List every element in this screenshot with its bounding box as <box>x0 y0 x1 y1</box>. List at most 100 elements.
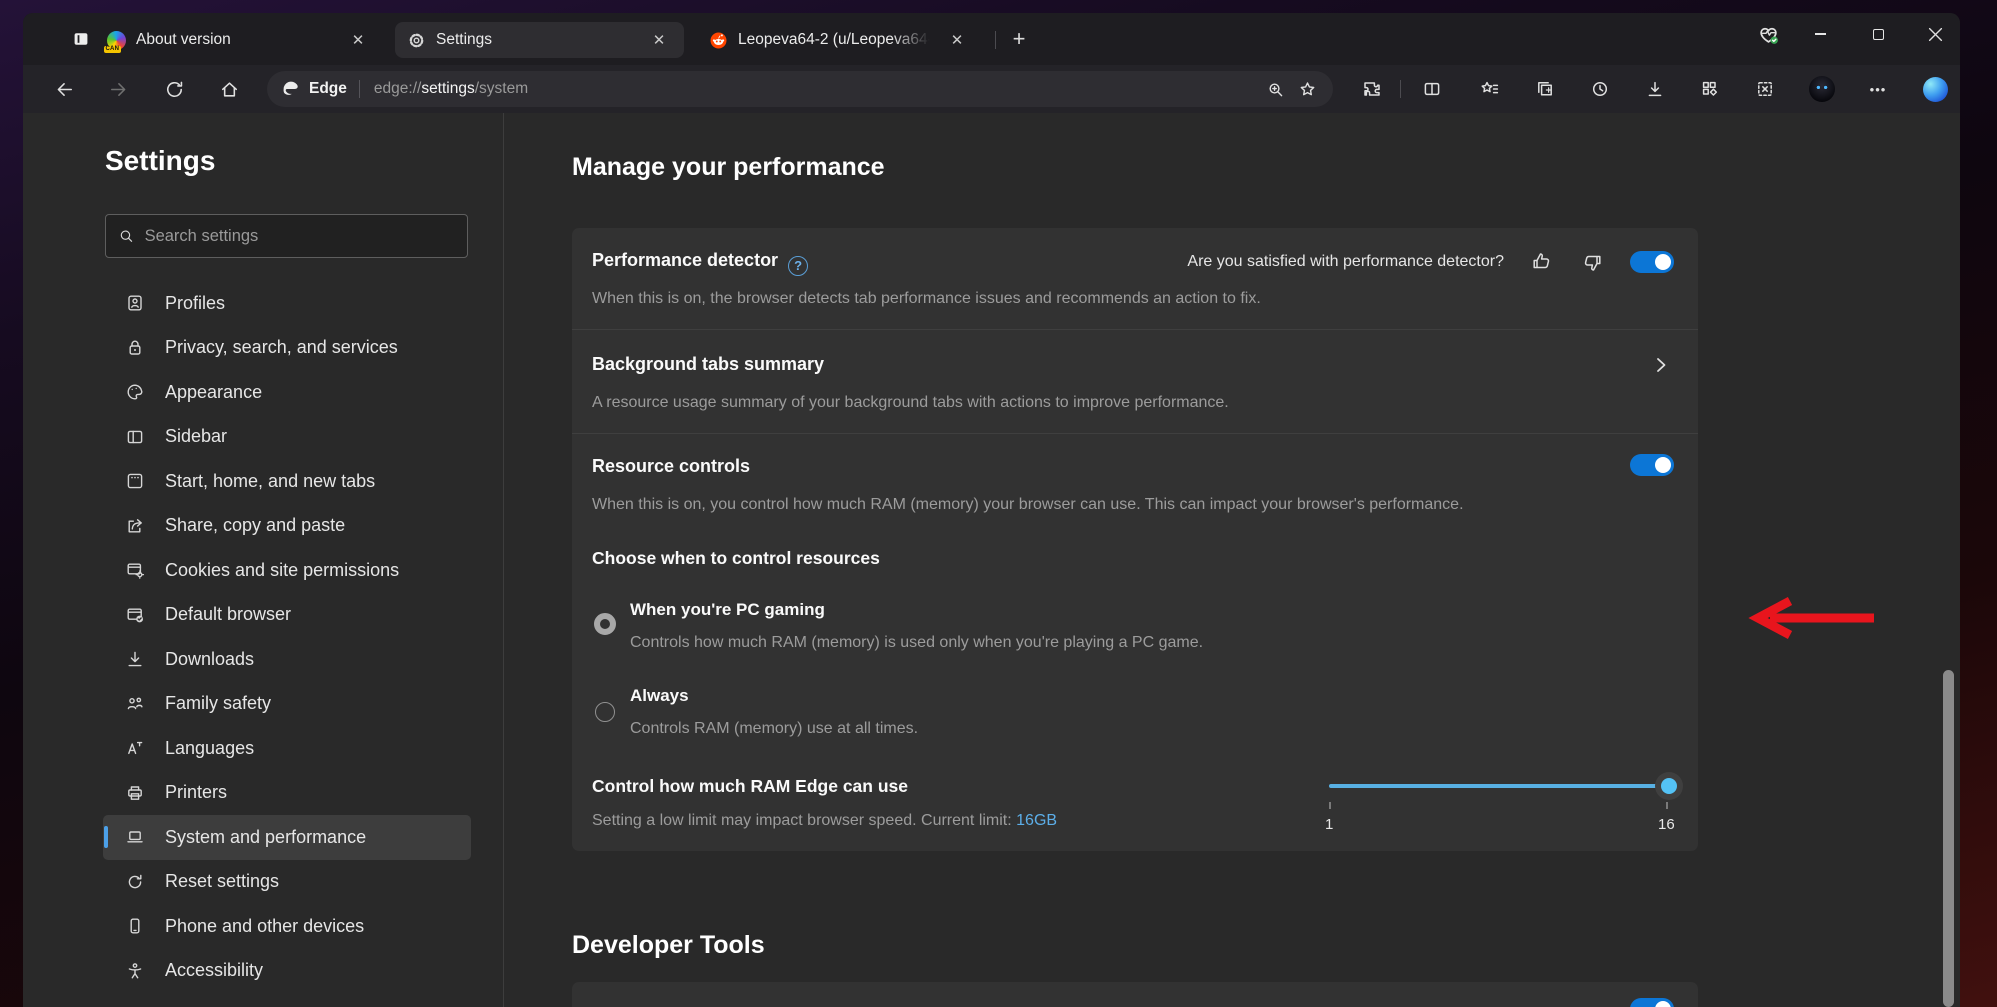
sidebar-item-start-home-tabs[interactable]: Start, home, and new tabs <box>103 459 471 504</box>
sidebar-item-printers[interactable]: Printers <box>103 771 471 816</box>
reset-icon <box>125 872 145 892</box>
sidebar-item-phone-devices[interactable]: Phone and other devices <box>103 904 471 949</box>
performance-detector-toggle[interactable] <box>1630 251 1674 273</box>
choose-resources-heading: Choose when to control resources <box>592 548 880 569</box>
sidebar-item-reset-settings[interactable]: Reset settings <box>103 860 471 905</box>
row-divider <box>572 433 1698 434</box>
sidebar-item-privacy[interactable]: Privacy, search, and services <box>103 326 471 371</box>
favorite-this-page-button[interactable] <box>1291 74 1323 104</box>
resource-controls-title: Resource controls <box>592 456 750 477</box>
thumbs-down-icon[interactable] <box>1580 250 1604 274</box>
ram-limit-title: Control how much RAM Edge can use <box>592 776 908 797</box>
toggle-knob <box>1655 254 1671 270</box>
search-settings-box[interactable] <box>105 214 468 258</box>
extensions-button[interactable] <box>1355 72 1389 106</box>
close-window-button[interactable] <box>1912 13 1958 55</box>
refresh-button[interactable] <box>157 72 191 106</box>
settings-more-button[interactable]: ••• <box>1861 72 1895 106</box>
share-icon <box>125 516 145 536</box>
sidebar-item-downloads[interactable]: Downloads <box>103 637 471 682</box>
profile-button[interactable] <box>1805 72 1839 106</box>
radio-always[interactable] <box>595 702 615 722</box>
accessibility-icon <box>125 961 145 981</box>
sidebar-item-sidebar[interactable]: Sidebar <box>103 415 471 460</box>
new-tab-button[interactable]: + <box>1001 21 1037 57</box>
tab-about-version[interactable]: CAN About version ✕ <box>95 22 383 58</box>
web-capture-button[interactable] <box>1748 72 1782 106</box>
sidebar-item-accessibility[interactable]: Accessibility <box>103 949 471 994</box>
tab-settings[interactable]: Settings ✕ <box>395 22 684 58</box>
tab-close-button[interactable]: ✕ <box>944 27 970 53</box>
copilot-button[interactable] <box>1918 72 1952 106</box>
downloads-button[interactable] <box>1638 72 1672 106</box>
sidebar-item-profiles[interactable]: Profiles <box>103 281 471 326</box>
sidebar-item-label: Accessibility <box>165 960 263 981</box>
search-settings-input[interactable] <box>145 227 455 246</box>
collections-button[interactable] <box>1528 72 1562 106</box>
scrollbar-thumb[interactable] <box>1943 670 1954 1007</box>
radio-pc-gaming[interactable] <box>594 613 616 635</box>
family-icon <box>125 694 145 714</box>
forward-button[interactable] <box>101 72 135 106</box>
zoom-page-button[interactable] <box>1259 74 1291 104</box>
sidebar-item-cookies-permissions[interactable]: Cookies and site permissions <box>103 548 471 593</box>
tab-strip: CAN About version ✕ Settings ✕ <box>23 13 1960 65</box>
maximize-button[interactable] <box>1855 13 1901 55</box>
performance-card: Performance detector? Are you satisfied … <box>572 228 1698 851</box>
sidebar-layout-icon <box>125 427 145 447</box>
gear-icon <box>407 31 426 50</box>
page-title: Settings <box>105 145 215 177</box>
toolbar-divider <box>1400 80 1401 98</box>
edge-canary-favicon: CAN <box>107 31 126 50</box>
sidebar-item-label: Family safety <box>165 693 271 714</box>
workspaces-icon <box>71 29 91 49</box>
workspaces-button[interactable] <box>63 21 99 57</box>
favorites-button[interactable] <box>1473 72 1507 106</box>
settings-main-panel: Manage your performance Performance dete… <box>504 113 1960 1007</box>
history-button[interactable] <box>1583 72 1617 106</box>
address-bar[interactable]: Edge edge://settings/system <box>267 71 1333 107</box>
url-text[interactable]: edge://settings/system <box>374 80 528 98</box>
sidebar-item-about-edge[interactable]: About Microsoft Edge <box>103 993 471 1007</box>
browser-essentials-button[interactable] <box>1745 13 1791 55</box>
tab-title: About version <box>136 31 335 49</box>
developer-tools-toggle[interactable] <box>1630 998 1674 1007</box>
tab-close-button[interactable]: ✕ <box>345 27 371 53</box>
radio-pc-gaming-label[interactable]: When you're PC gaming <box>630 600 825 620</box>
resource-controls-toggle[interactable] <box>1630 454 1674 476</box>
sidebar-item-system-performance[interactable]: System and performance <box>103 815 471 860</box>
thumbs-up-icon[interactable] <box>1530 250 1554 274</box>
sidebar-item-share-copy-paste[interactable]: Share, copy and paste <box>103 504 471 549</box>
performance-detector-title: Performance detector <box>592 250 778 270</box>
back-button[interactable] <box>47 72 81 106</box>
sidebar-item-label: System and performance <box>165 827 366 848</box>
sidebar-item-appearance[interactable]: Appearance <box>103 370 471 415</box>
current-limit-link[interactable]: 16GB <box>1016 812 1057 829</box>
puzzle-icon <box>1362 79 1382 99</box>
apps-button[interactable] <box>1693 72 1727 106</box>
sidebar-item-languages[interactable]: Languages <box>103 726 471 771</box>
copilot-icon <box>1923 77 1948 102</box>
phone-icon <box>125 916 145 936</box>
ram-slider-track[interactable] <box>1329 784 1669 788</box>
minimize-button[interactable] <box>1797 13 1843 55</box>
sidebar-item-label: Reset settings <box>165 871 279 892</box>
home-button[interactable] <box>212 72 246 106</box>
feedback-question: Are you satisfied with performance detec… <box>1187 253 1504 271</box>
tab-reddit[interactable]: Leopeva64-2 (u/Leopeva64-2) - R ✕ <box>697 22 987 58</box>
site-chip-label[interactable]: Edge <box>309 80 347 98</box>
site-permissions-icon <box>125 560 145 580</box>
chevron-right-icon[interactable] <box>1652 356 1670 374</box>
split-screen-button[interactable] <box>1415 72 1449 106</box>
radio-always-label[interactable]: Always <box>630 686 689 706</box>
sidebar-item-label: Appearance <box>165 382 262 403</box>
developer-tools-card <box>572 982 1698 1007</box>
radio-pc-gaming-description: Controls how much RAM (memory) is used o… <box>630 634 1203 652</box>
sidebar-item-family-safety[interactable]: Family safety <box>103 682 471 727</box>
tab-close-button[interactable]: ✕ <box>646 27 672 53</box>
help-icon[interactable]: ? <box>788 256 808 276</box>
ram-slider-thumb[interactable] <box>1655 772 1683 800</box>
sidebar-item-default-browser[interactable]: Default browser <box>103 593 471 638</box>
sidebar-nav-list: Profiles Privacy, search, and services A… <box>103 281 471 1007</box>
minimize-icon <box>1815 33 1826 34</box>
